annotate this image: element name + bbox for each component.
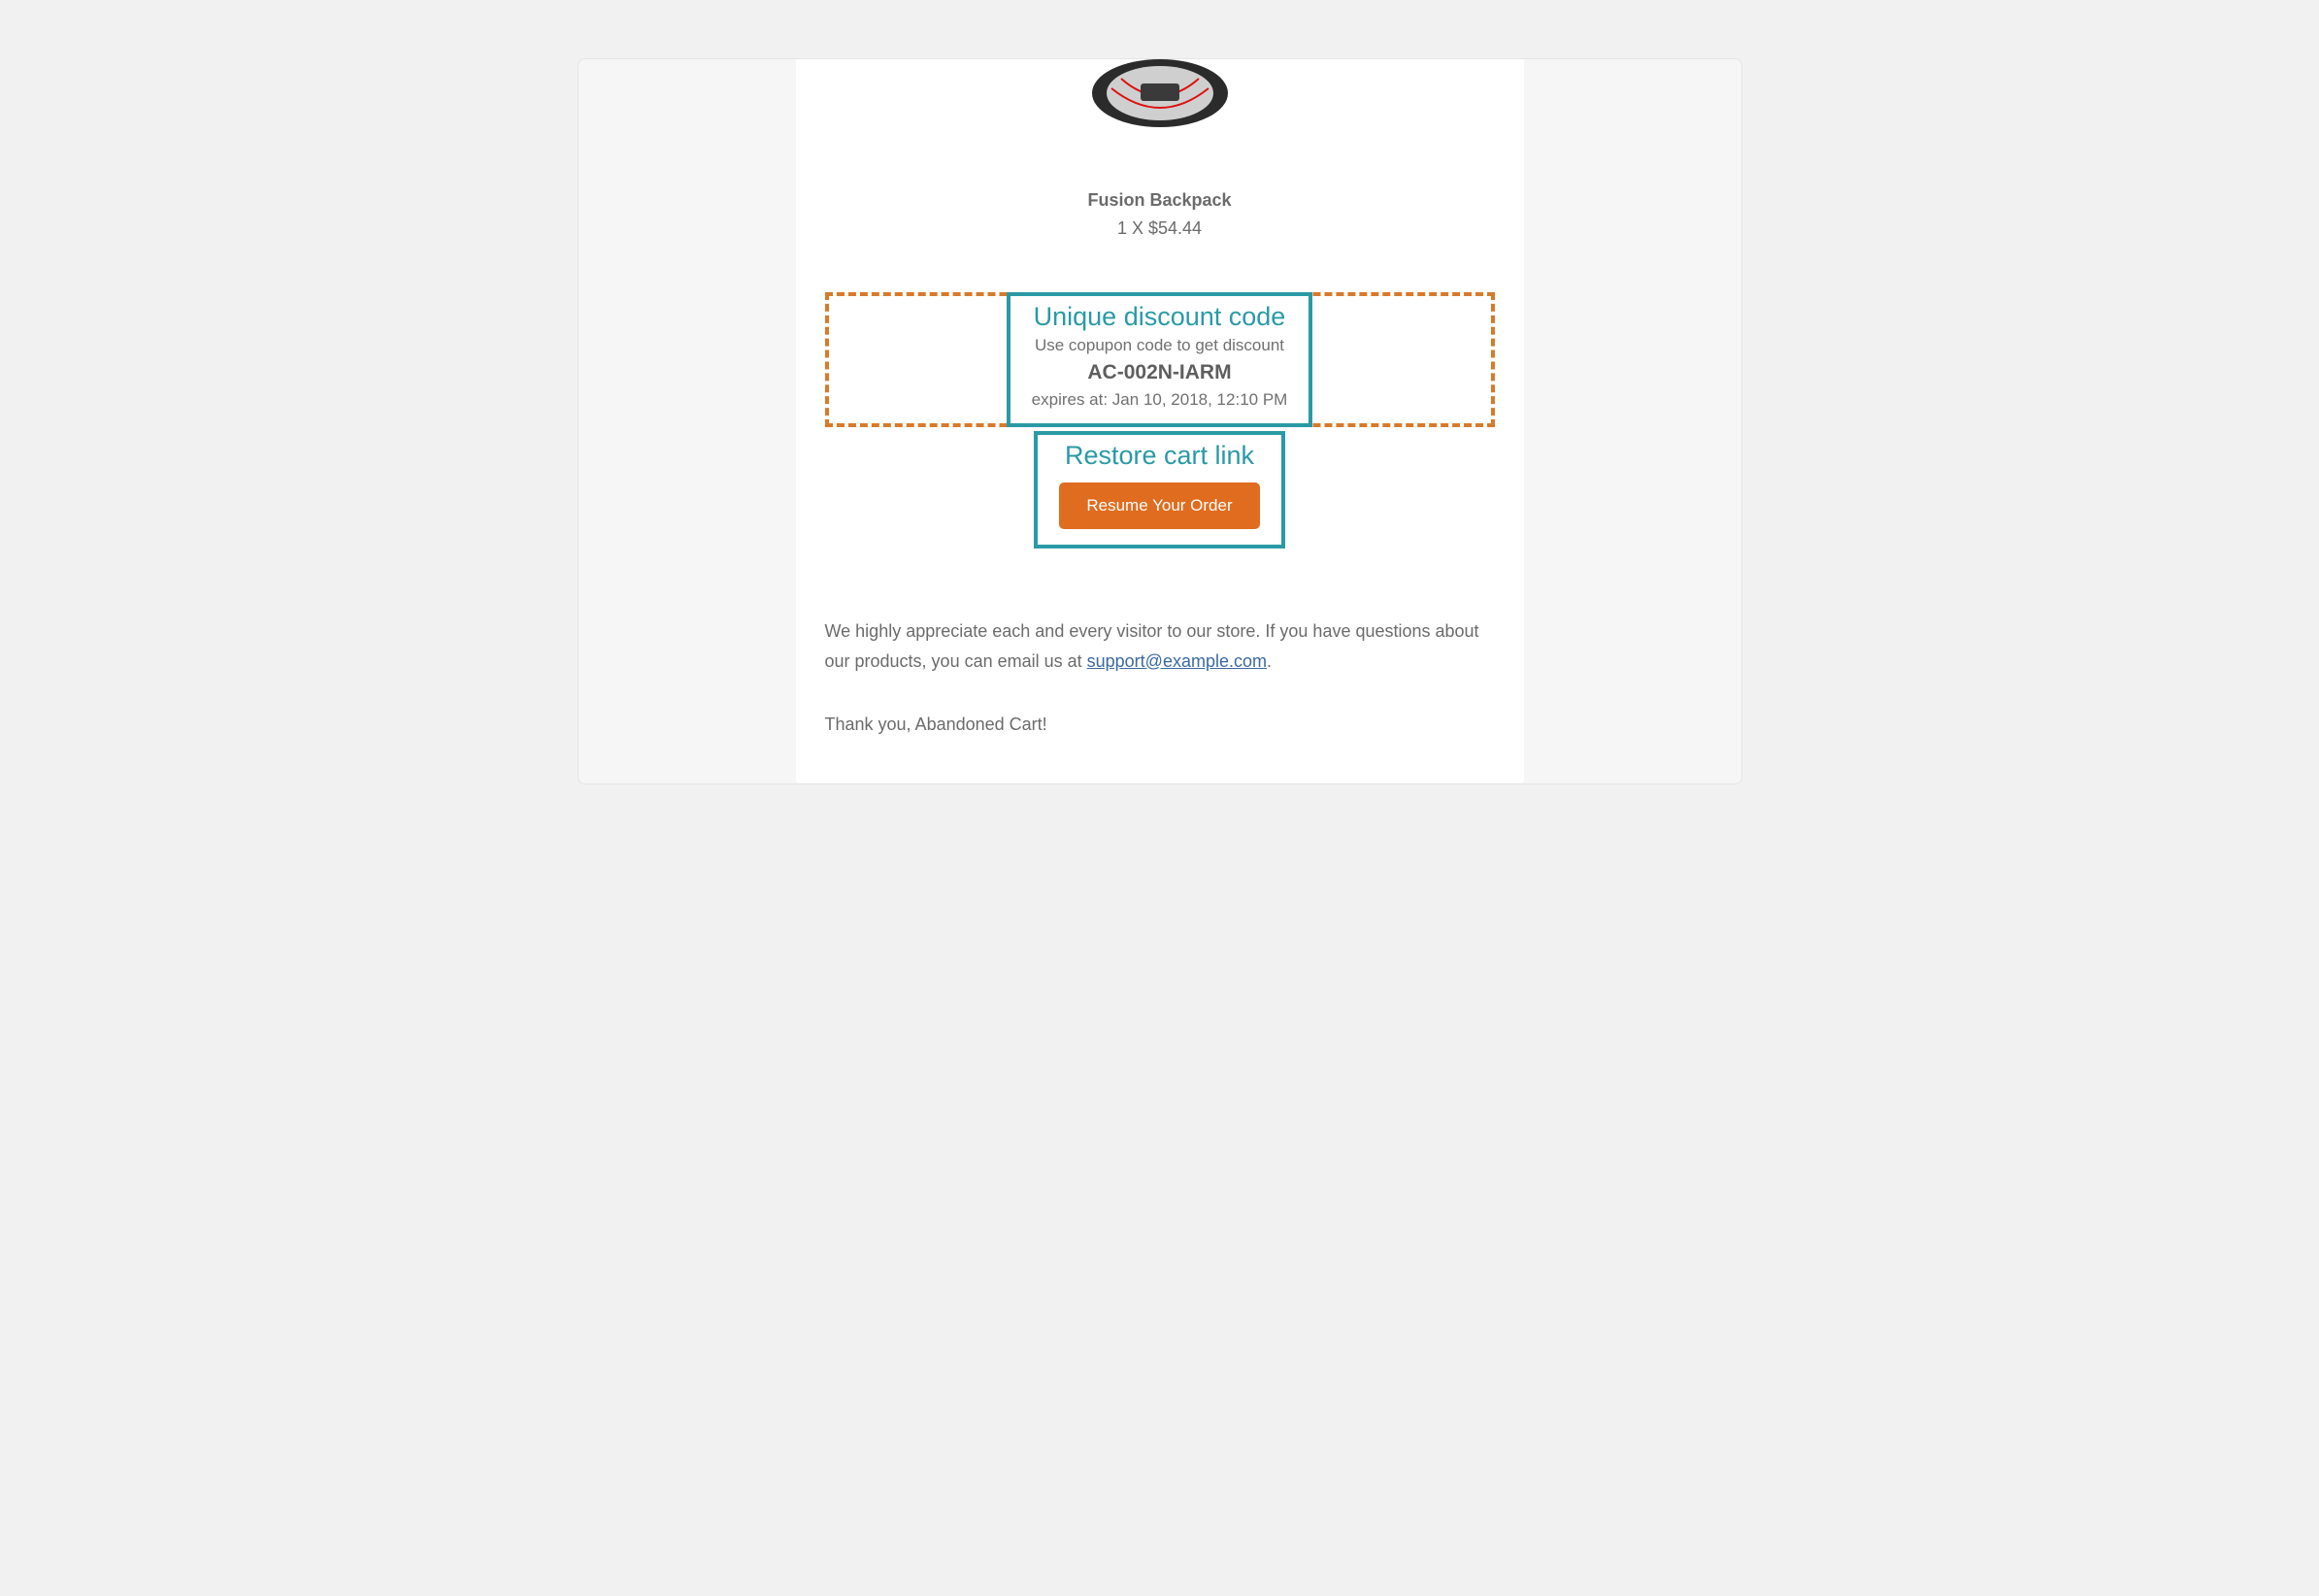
coupon-code: AC-002N-IARM: [1032, 361, 1288, 384]
coupon-expiry: expires at: Jan 10, 2018, 12:10 PM: [1032, 390, 1288, 410]
restore-callout-title: Restore cart link: [1059, 441, 1259, 471]
outer-card: Fusion Backpack 1 X $54.44 Unique discou…: [578, 58, 1742, 784]
coupon-box: Unique discount code Use copupon code to…: [825, 292, 1495, 427]
discount-callout-title: Unique discount code: [1032, 302, 1288, 332]
coupon-instruction: Use copupon code to get discount: [1032, 336, 1288, 355]
product-title: Fusion Backpack: [825, 190, 1495, 211]
signoff-text: Thank you, Abandoned Cart!: [825, 715, 1495, 735]
product-price-line: 1 X $54.44: [825, 218, 1495, 239]
restore-callout: Restore cart link Resume Your Order: [1034, 431, 1284, 549]
support-email-link[interactable]: support@example.com: [1087, 651, 1267, 671]
email-panel: Fusion Backpack 1 X $54.44 Unique discou…: [796, 59, 1524, 783]
body-text-after: .: [1267, 651, 1272, 671]
body-paragraph: We highly appreciate each and every visi…: [825, 616, 1495, 676]
backpack-image-icon: [1073, 59, 1247, 147]
product-image: [825, 59, 1495, 151]
discount-code-callout: Unique discount code Use copupon code to…: [1007, 292, 1313, 427]
restore-section: Restore cart link Resume Your Order: [825, 431, 1495, 549]
resume-order-button[interactable]: Resume Your Order: [1059, 482, 1259, 529]
